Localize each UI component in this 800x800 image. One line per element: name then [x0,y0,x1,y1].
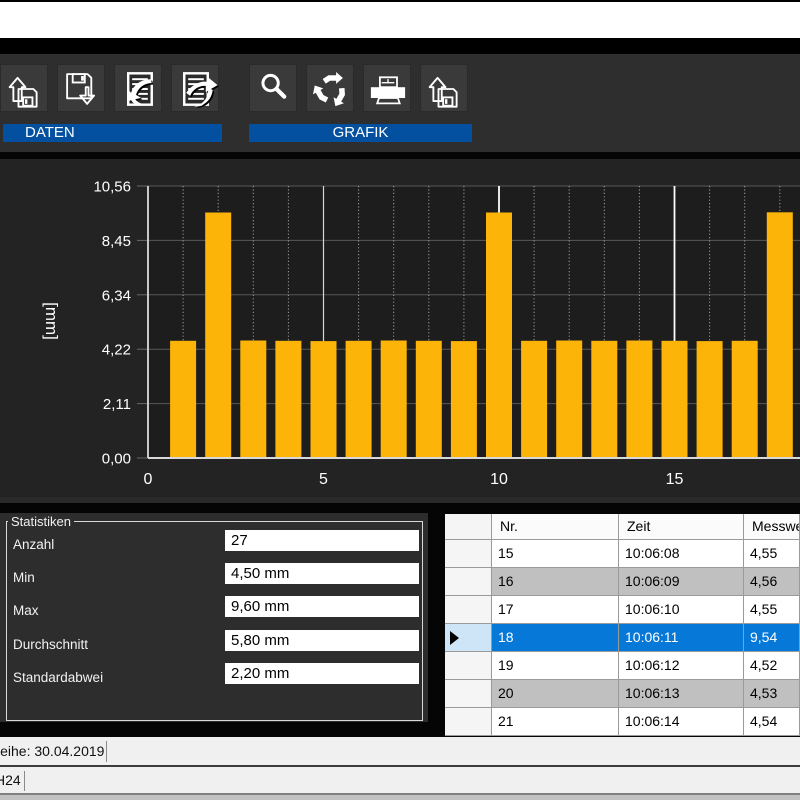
svg-text:8,45: 8,45 [102,233,131,250]
svg-text:10,56: 10,56 [93,179,131,196]
svg-text:10: 10 [490,471,508,488]
svg-text:5: 5 [319,471,328,488]
svg-text:2,11: 2,11 [103,396,131,413]
svg-text:6,34: 6,34 [102,287,131,304]
svg-text:4,22: 4,22 [102,342,131,359]
svg-text:[mm]: [mm] [42,302,61,340]
svg-text:0: 0 [144,471,153,488]
svg-text:15: 15 [666,471,684,488]
svg-text:0,00: 0,00 [102,451,131,468]
